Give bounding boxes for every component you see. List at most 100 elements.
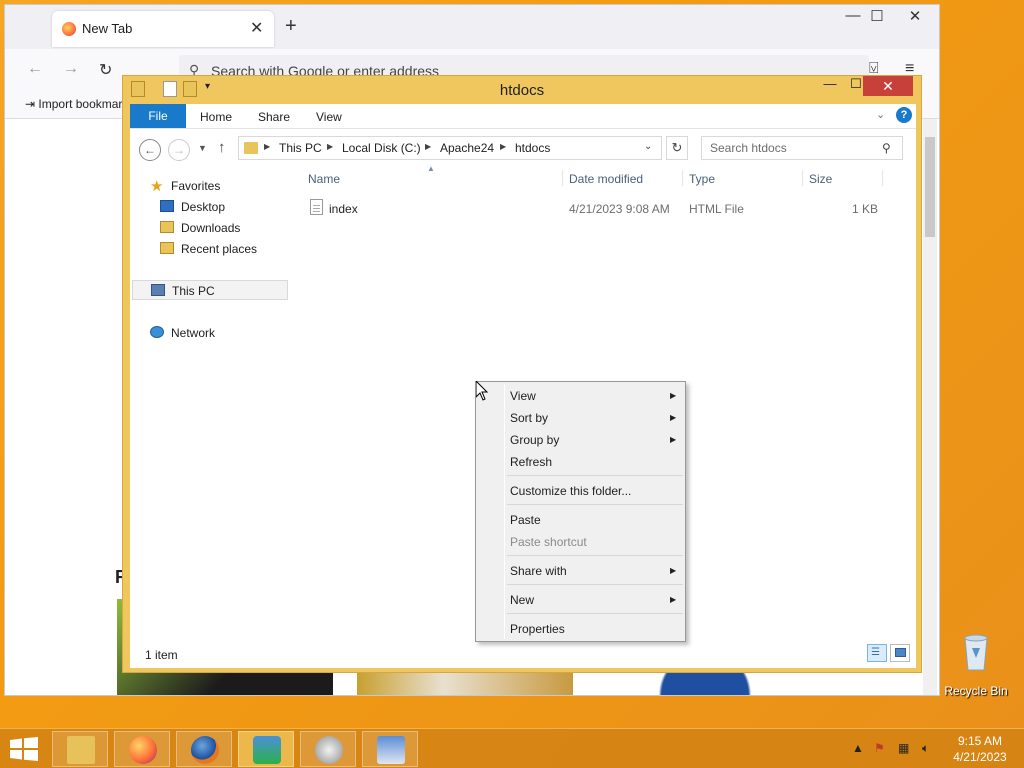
taskbar-network-app[interactable] (238, 731, 294, 767)
column-divider[interactable] (562, 170, 563, 186)
help-icon[interactable]: ? (896, 107, 912, 123)
menu-separator (507, 555, 683, 556)
action-center-flag-icon[interactable]: ⚑ (874, 741, 885, 755)
menu-gutter (504, 384, 505, 639)
menu-item-view[interactable]: View (510, 389, 536, 403)
nav-label: Recent places (181, 242, 258, 256)
chevron-down-icon[interactable]: ⌄ (644, 141, 652, 152)
forward-button[interactable]: → (168, 139, 190, 161)
network-status-icon[interactable]: ▦ (898, 741, 909, 755)
close-tab-icon[interactable]: ✕ (250, 18, 263, 38)
windows-start-button[interactable] (10, 737, 38, 761)
column-size[interactable]: Size (809, 172, 832, 186)
tab-share[interactable]: Share (258, 110, 290, 124)
back-icon[interactable]: ← (27, 60, 43, 78)
mouse-cursor-icon (476, 381, 488, 401)
expand-ribbon-icon[interactable]: ⌄ (876, 108, 885, 121)
nav-label: Network (171, 326, 216, 340)
maximize-icon[interactable]: ☐ (857, 7, 897, 25)
column-type[interactable]: Type (689, 172, 715, 186)
nav-this-pc[interactable]: This PC (132, 280, 288, 300)
tab-file[interactable]: File (130, 104, 186, 128)
breadcrumb-apache24[interactable]: Apache24 (440, 141, 494, 155)
clock-time[interactable]: 9:15 AM (950, 734, 1010, 748)
recent-places-icon (160, 242, 174, 254)
menu-item-properties[interactable]: Properties (510, 622, 565, 636)
close-icon[interactable]: ✕ (863, 76, 913, 96)
reload-icon[interactable]: ↻ (99, 60, 112, 80)
taskbar-keyboard-app[interactable] (362, 731, 418, 767)
nav-favorites[interactable]: ★ Favorites (144, 176, 284, 196)
taskbar-firefox[interactable] (114, 731, 170, 767)
network-people-icon (253, 736, 281, 764)
breadcrumb-separator-icon[interactable]: ▶ (327, 142, 333, 151)
menu-item-customize-folder[interactable]: Customize this folder... (510, 484, 631, 498)
file-date: 4/21/2023 9:08 AM (569, 202, 670, 216)
explorer-title-bar[interactable]: ▾ htdocs — ☐ ✕ (123, 76, 921, 104)
menu-item-share-with[interactable]: Share with (510, 564, 567, 578)
menu-separator (507, 475, 683, 476)
close-window-icon[interactable]: ✕ (895, 7, 935, 25)
back-button[interactable]: ← (139, 139, 161, 161)
column-name[interactable]: Name (308, 172, 340, 186)
column-divider[interactable] (882, 170, 883, 186)
taskbar-firefox-legacy[interactable] (176, 731, 232, 767)
nav-label: This PC (172, 284, 215, 298)
menu-item-new[interactable]: New (510, 593, 534, 607)
browser-tab[interactable]: New Tab ✕ (52, 11, 274, 47)
recent-locations-icon[interactable]: ▼ (198, 143, 207, 153)
file-name[interactable]: index (329, 202, 358, 216)
nav-recent-places[interactable]: Recent places (154, 239, 294, 259)
breadcrumb-local-disk[interactable]: Local Disk (C:) (342, 141, 421, 155)
navigation-bar: ← → ▼ ↑ ▶ This PC ▶ Local Disk (C:) ▶ Ap… (130, 128, 916, 168)
submenu-arrow-icon: ▶ (670, 413, 677, 422)
window-title: htdocs (499, 82, 545, 99)
minimize-icon[interactable]: — (819, 76, 841, 96)
large-icons-view-button[interactable] (890, 644, 910, 662)
taskbar-installer[interactable] (300, 731, 356, 767)
menu-item-group-by[interactable]: Group by (510, 433, 559, 447)
breadcrumb-separator-icon[interactable]: ▶ (500, 142, 506, 151)
column-divider[interactable] (802, 170, 803, 186)
nav-downloads[interactable]: Downloads (154, 218, 284, 238)
breadcrumb-separator-icon[interactable]: ▶ (264, 142, 270, 151)
menu-item-paste[interactable]: Paste (510, 513, 541, 527)
menu-separator (507, 613, 683, 614)
scrollbar-thumb[interactable] (925, 137, 935, 237)
tab-view[interactable]: View (316, 110, 342, 124)
menu-item-refresh[interactable]: Refresh (510, 455, 552, 469)
breadcrumb-separator-icon[interactable]: ▶ (425, 142, 431, 151)
status-item-count: 1 item (145, 648, 178, 662)
up-icon[interactable]: ↑ (218, 139, 226, 156)
html-file-icon (310, 199, 323, 215)
refresh-button[interactable]: ↻ (666, 136, 688, 160)
forward-icon[interactable]: → (63, 60, 79, 78)
column-divider[interactable] (682, 170, 683, 186)
nav-desktop[interactable]: Desktop (154, 197, 284, 217)
details-view-button[interactable]: ☰ (867, 644, 887, 662)
show-hidden-icons-icon[interactable]: ▲ (852, 741, 864, 755)
clock-date[interactable]: 4/21/2023 (950, 750, 1010, 764)
menu-separator (507, 584, 683, 585)
browser-scrollbar[interactable] (923, 119, 937, 695)
menu-item-sort-by[interactable]: Sort by (510, 411, 548, 425)
tab-home[interactable]: Home (200, 110, 232, 124)
breadcrumb-htdocs[interactable]: htdocs (515, 141, 550, 155)
search-icon[interactable]: ⚲ (882, 141, 891, 155)
search-box[interactable]: ⚲ (701, 136, 903, 160)
menu-item-paste-shortcut: Paste shortcut (510, 535, 587, 549)
search-input[interactable] (708, 140, 878, 156)
nav-network[interactable]: Network (144, 323, 284, 343)
address-bar[interactable]: ▶ This PC ▶ Local Disk (C:) ▶ Apache24 ▶… (238, 136, 662, 160)
recycle-bin-icon (964, 634, 988, 671)
details-view-icon: ☰ (871, 647, 880, 658)
firefox-legacy-icon (191, 736, 219, 764)
new-tab-icon[interactable]: + (285, 15, 297, 38)
breadcrumb-this-pc[interactable]: This PC (279, 141, 322, 155)
taskbar-file-explorer[interactable] (52, 731, 108, 767)
folder-icon (244, 142, 258, 154)
volume-muted-icon[interactable]: 🔈︎ (922, 741, 929, 756)
column-date-modified[interactable]: Date modified (569, 172, 643, 186)
submenu-arrow-icon: ▶ (670, 435, 677, 444)
firefox-icon (129, 736, 157, 764)
